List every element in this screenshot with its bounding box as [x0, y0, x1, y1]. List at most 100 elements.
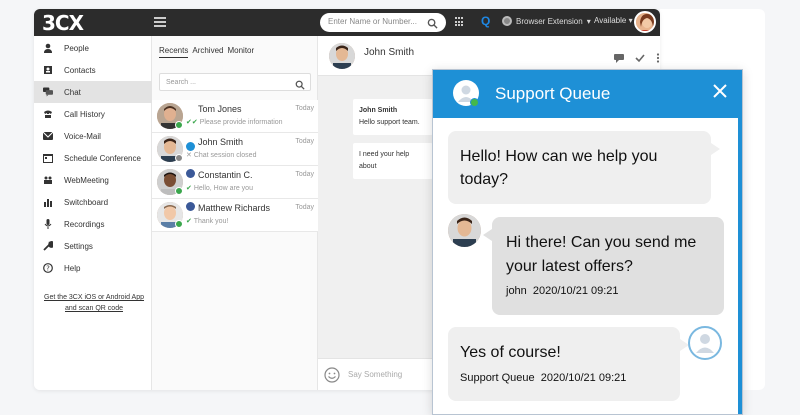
mobile-app-link[interactable]: Get the 3CX iOS or Android App and scan … [44, 292, 144, 314]
chat-search-input[interactable]: Search ... [159, 73, 311, 91]
check-icon: ✔ [186, 185, 192, 192]
widget-message-agent: Yes of course! Support Queue 2020/10/21 … [448, 327, 689, 401]
conversation-preview: ✕ Chat session closed [186, 151, 256, 159]
status-dot [175, 220, 183, 228]
sidebar-item-webmeeting[interactable]: WebMeeting [34, 169, 152, 191]
browser-extension-label: Browser Extension [516, 16, 583, 26]
sidebar-item-call-history[interactable]: Call History [34, 103, 152, 125]
menu-icon[interactable] [154, 15, 166, 29]
sidebar-item-contacts[interactable]: Contacts [34, 59, 152, 81]
agent-avatar [688, 326, 722, 360]
conversation-preview: ✔ Hello, How are you [186, 184, 253, 192]
voicemail-icon [43, 131, 53, 141]
visitor-avatar [448, 214, 481, 247]
conversation-time: Today [295, 105, 314, 112]
sidebar-item-label: People [64, 43, 89, 53]
message-bubble: I need your help about [353, 143, 433, 179]
conversation-name: Tom Jones [198, 104, 242, 114]
conversation-time: Today [295, 171, 314, 178]
presence-menu[interactable]: Available ▾ [594, 16, 633, 25]
sidebar-item-voicemail[interactable]: Voice-Mail [34, 125, 152, 147]
sidebar-item-label: Recordings [64, 219, 105, 229]
dial-search-placeholder: Enter Name or Number... [328, 17, 417, 26]
sidebar-item-label: Switchboard [64, 197, 109, 207]
dial-search-input[interactable]: Enter Name or Number... [320, 13, 446, 32]
online-status-dot [470, 98, 479, 107]
dialpad-icon[interactable] [455, 17, 465, 27]
sidebar-item-switchboard[interactable]: Switchboard [34, 191, 152, 213]
check-icon: ✔ [186, 218, 192, 225]
webmeeting-icon [43, 175, 53, 185]
person-icon [43, 43, 53, 53]
preview-text: Hello, How are you [193, 185, 253, 192]
livechat-icon [186, 142, 195, 151]
status-dot [175, 154, 183, 162]
double-check-icon: ✔✔ [186, 119, 198, 126]
contacts-icon [43, 65, 53, 75]
message-text: Hi there! Can you send me your latest of… [506, 234, 697, 275]
tab-recents[interactable]: Recents [159, 46, 189, 58]
microphone-icon [43, 219, 53, 229]
chat-icon [43, 87, 53, 97]
sidebar-item-label: Voice-Mail [64, 131, 101, 141]
conversation-item[interactable]: Matthew Richards Today ✔ Thank you! [152, 199, 318, 232]
search-icon [427, 16, 438, 34]
presence-label: Available [594, 16, 627, 25]
contact-avatar [329, 43, 355, 69]
more-options-icon[interactable] [656, 50, 660, 68]
caret-down-icon: ▾ [586, 16, 591, 26]
browser-extension-menu[interactable]: Browser Extension ▾ [502, 16, 591, 26]
close-icon[interactable] [713, 84, 727, 103]
message-bubble: John Smith Hello support team. [353, 99, 433, 135]
sidebar-item-recordings[interactable]: Recordings [34, 213, 152, 235]
status-dot [175, 187, 183, 195]
search-icon [295, 77, 305, 95]
x-icon: ✕ [186, 152, 192, 159]
help-icon: ? [43, 263, 53, 273]
facebook-icon [186, 202, 195, 211]
sidebar-item-chat[interactable]: Chat [34, 81, 152, 103]
calendar-icon [43, 153, 53, 163]
contact-name: John Smith [364, 47, 415, 58]
emoji-icon[interactable] [324, 367, 340, 388]
switchboard-icon [43, 197, 53, 207]
queue-icon[interactable]: Q [481, 14, 490, 28]
conversation-item[interactable]: Tom Jones Today ✔✔ Please provide inform… [152, 100, 318, 133]
wrench-icon [43, 241, 53, 251]
preview-text: Chat session closed [193, 152, 257, 159]
resolve-icon[interactable] [635, 50, 645, 68]
message-meta: john 2020/10/21 09:21 [506, 285, 619, 297]
sidebar-item-settings[interactable]: Settings [34, 235, 152, 257]
conversation-item[interactable]: John Smith Today ✕ Chat session closed [152, 133, 318, 166]
widget-title: Support Queue [495, 84, 611, 103]
svg-text:?: ? [46, 265, 50, 273]
message-text: I need your help about [359, 151, 410, 170]
widget-scrollbar[interactable] [738, 118, 742, 414]
status-dot [175, 121, 183, 129]
widget-messages: Hello! How can we help you today? Hi the… [433, 118, 738, 414]
widget-message-agent: Hello! How can we help you today? [448, 131, 720, 204]
widget-header: Support Queue [433, 70, 742, 118]
conversation-name: Matthew Richards [198, 203, 271, 213]
sidebar-item-label: Contacts [64, 65, 96, 75]
user-avatar[interactable] [634, 11, 656, 33]
tab-monitor[interactable]: Monitor [227, 46, 254, 58]
sidebar-item-help[interactable]: ? Help [34, 257, 152, 279]
tab-archived[interactable]: Archived [192, 46, 223, 58]
preview-text: Thank you! [193, 218, 229, 225]
sidebar-item-label: Call History [64, 109, 105, 119]
top-bar: 3CX Enter Name or Number... Q Browser Ex… [34, 9, 660, 36]
sidebar-item-label: Help [64, 263, 81, 273]
sidebar-item-people[interactable]: People [34, 37, 152, 59]
message-text: Hello! How can we help you today? [460, 148, 658, 188]
compose-input[interactable]: Say Something [348, 370, 402, 379]
chat-search-placeholder: Search ... [166, 79, 196, 86]
facebook-icon [186, 169, 195, 178]
logo: 3CX [42, 11, 84, 35]
conversation-preview: ✔✔ Please provide information [186, 118, 283, 126]
conversation-item[interactable]: Constantin C. Today ✔ Hello, How are you [152, 166, 318, 199]
transfer-icon[interactable] [614, 50, 624, 68]
sidebar-nav: People Contacts Chat Call History Voice-… [34, 36, 152, 390]
sidebar-item-schedule-conference[interactable]: Schedule Conference [34, 147, 152, 169]
conversation-name: John Smith [198, 137, 244, 147]
